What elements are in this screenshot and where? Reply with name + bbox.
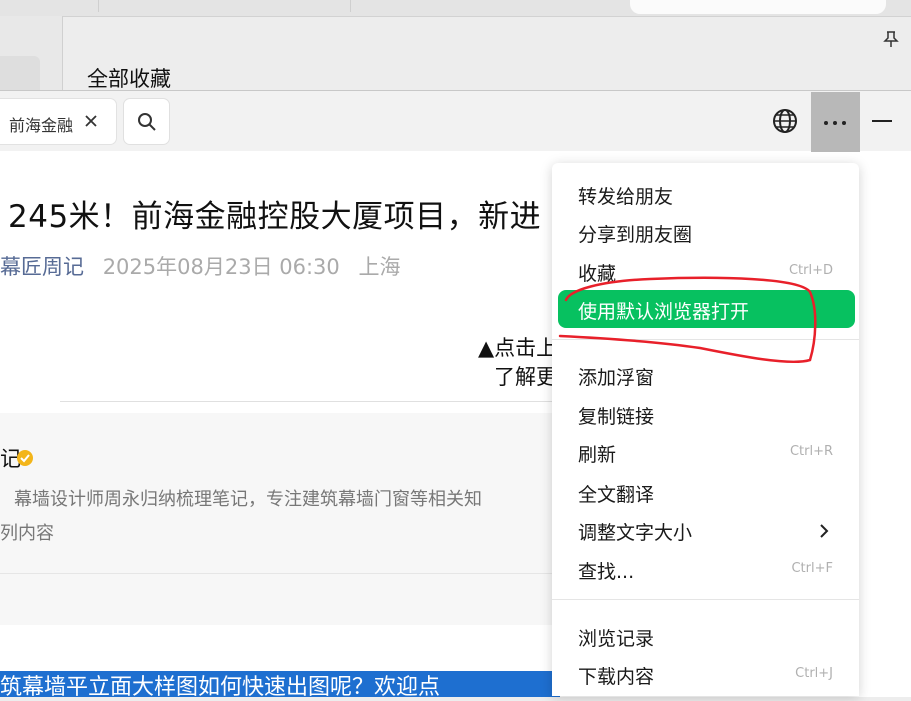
article-title: 245米！前海金融控股大厦项目，新进 bbox=[8, 199, 542, 235]
menu-item-shortcut: Ctrl+D bbox=[788, 263, 833, 278]
menu-item-label: 刷新 bbox=[578, 444, 617, 466]
menu-item-history[interactable]: 浏览记录 bbox=[552, 617, 859, 655]
menu-item-forward[interactable]: 转发给朋友 bbox=[552, 175, 859, 213]
article-meta: 幕匠周记 2025年08月23日 06:30 上海 bbox=[0, 251, 400, 281]
more-button[interactable] bbox=[811, 92, 860, 152]
menu-item-add-floating[interactable]: 添加浮窗 bbox=[552, 356, 859, 394]
menu-item-find[interactable]: 查找... Ctrl+F bbox=[552, 550, 859, 588]
favorites-title: 全部收藏 bbox=[87, 67, 171, 91]
menu-item-favorite[interactable]: 收藏 Ctrl+D bbox=[552, 252, 859, 290]
article-author[interactable]: 幕匠周记 bbox=[0, 255, 84, 279]
menu-item-translate[interactable]: 全文翻译 bbox=[552, 473, 859, 511]
menu-item-label: 浏览记录 bbox=[578, 628, 655, 650]
globe-icon[interactable] bbox=[770, 106, 800, 136]
menu-item-label: 下载内容 bbox=[578, 666, 655, 688]
browser-tab[interactable]: 前海金融 bbox=[0, 99, 116, 144]
search-icon bbox=[138, 113, 156, 131]
menu-separator bbox=[552, 599, 859, 600]
content-divider bbox=[60, 401, 560, 402]
close-icon[interactable] bbox=[82, 112, 100, 130]
more-icon bbox=[824, 121, 828, 125]
image-caption: ▲点击上 bbox=[478, 336, 558, 360]
menu-item-shortcut: Ctrl+R bbox=[789, 444, 833, 459]
article-location: 上海 bbox=[358, 255, 401, 279]
menu-item-label: 收藏 bbox=[578, 263, 617, 285]
menu-item-shortcut: Ctrl+J bbox=[795, 666, 833, 681]
menu-item-refresh[interactable]: 刷新 Ctrl+R bbox=[552, 433, 859, 471]
profile-divider bbox=[0, 573, 560, 574]
menu-separator bbox=[552, 339, 859, 340]
article-date: 2025年08月23日 06:30 bbox=[102, 255, 340, 279]
tab-divider bbox=[350, 0, 351, 12]
menu-item-downloads[interactable]: 下载内容 Ctrl+J bbox=[552, 655, 859, 693]
chevron-right-icon bbox=[819, 523, 829, 538]
profile-description: 幕墙设计师周永归纳梳理笔记，专注建筑幕墙门窗等相关知 bbox=[14, 489, 482, 510]
menu-item-copy-link[interactable]: 复制链接 bbox=[552, 395, 859, 433]
more-icon bbox=[833, 121, 837, 125]
context-menu: 转发给朋友 分享到朋友圈 收藏 Ctrl+D 使用默认浏览器打开 添加浮窗 复制… bbox=[552, 163, 859, 696]
search-button[interactable] bbox=[124, 99, 169, 144]
article-banner: 筑幕墙平立面大样图如何快速出图呢？欢迎点 bbox=[0, 671, 560, 700]
menu-item-label: 转发给朋友 bbox=[578, 186, 674, 208]
menu-item-open-default-browser[interactable]: 使用默认浏览器打开 bbox=[558, 290, 855, 328]
pin-icon[interactable] bbox=[883, 30, 899, 48]
browser-toolbar: 前海金融 bbox=[0, 91, 911, 152]
menu-item-label: 添加浮窗 bbox=[578, 367, 655, 389]
account-profile-card[interactable]: 记 幕墙设计师周永归纳梳理笔记，专注建筑幕墙门窗等相关知 列内容 bbox=[0, 413, 560, 625]
menu-item-shortcut: Ctrl+F bbox=[791, 561, 833, 576]
tab-divider bbox=[98, 0, 99, 12]
background-sidebar-card bbox=[0, 56, 40, 90]
menu-item-share-moments[interactable]: 分享到朋友圈 bbox=[552, 213, 859, 251]
banner-text: 筑幕墙平立面大样图如何快速出图呢？欢迎点 bbox=[0, 675, 441, 700]
tab-title: 前海金融 bbox=[9, 116, 73, 135]
profile-description: 列内容 bbox=[0, 523, 54, 544]
menu-item-label: 使用默认浏览器打开 bbox=[578, 301, 750, 323]
menu-item-label: 全文翻译 bbox=[578, 484, 655, 506]
image-caption: 了解更 bbox=[494, 365, 557, 389]
background-search-field[interactable] bbox=[630, 0, 886, 14]
menu-item-label: 调整文字大小 bbox=[578, 522, 693, 544]
minimize-button[interactable] bbox=[872, 120, 892, 122]
menu-item-text-size[interactable]: 调整文字大小 bbox=[552, 511, 859, 549]
menu-item-label: 分享到朋友圈 bbox=[578, 224, 693, 246]
menu-item-label: 查找... bbox=[578, 561, 635, 583]
verified-icon bbox=[16, 449, 34, 467]
menu-item-label: 复制链接 bbox=[578, 406, 655, 428]
more-icon bbox=[842, 121, 846, 125]
